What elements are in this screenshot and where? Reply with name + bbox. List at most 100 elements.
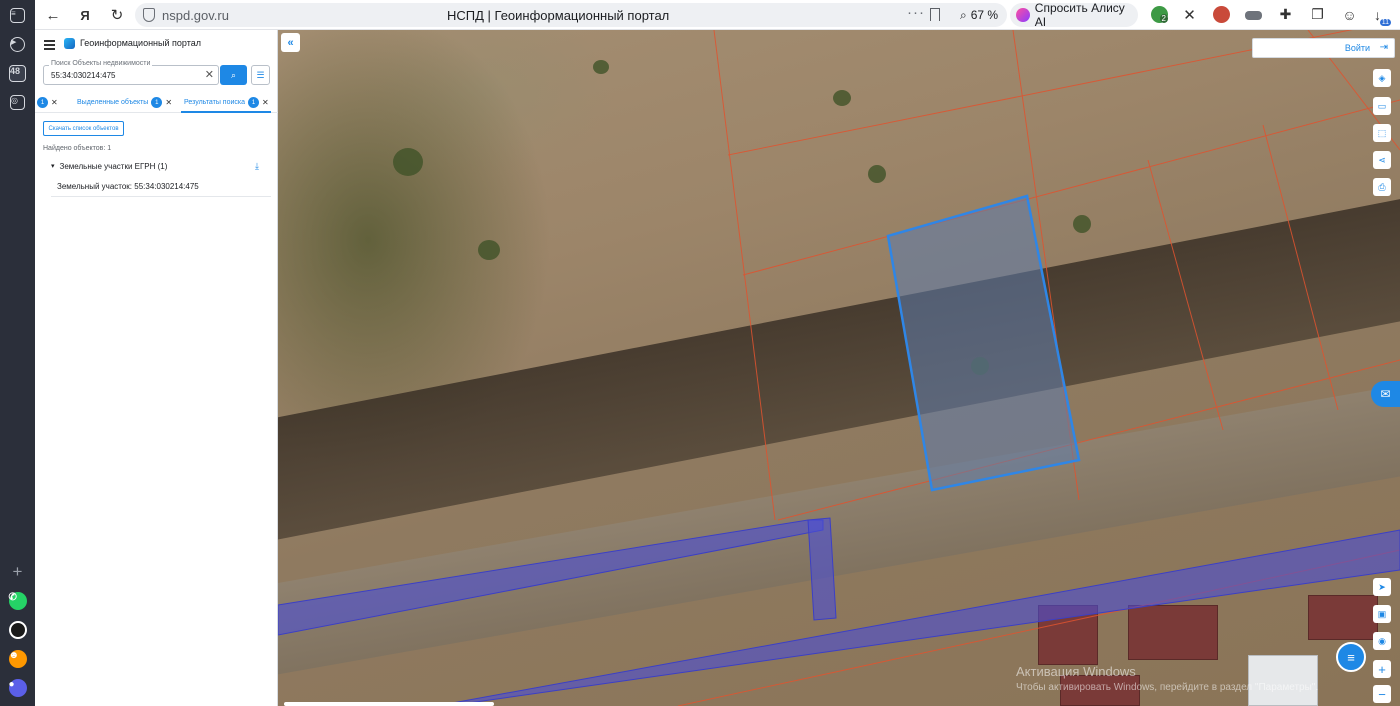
portal-logo: [64, 38, 75, 49]
menu-icon[interactable]: [44, 40, 55, 52]
extension-badge: 2: [1159, 14, 1168, 23]
horizontal-scrollbar[interactable]: [284, 702, 494, 706]
map-view[interactable]: « Войти ⇥ ◈ ▭ ⬚ ⋖ ⎙ ✉ ➤ ▣ ◉ + − ≡ Актива…: [278, 30, 1400, 706]
tab-collapsed-badge: 1: [37, 97, 48, 108]
list-item[interactable]: Земельный участок: 55:34:030214:475: [51, 176, 271, 197]
list-item-label: Земельный участок: 55:34:030214:475: [57, 182, 199, 191]
tab-selected-objects[interactable]: Выделенные объекты 1 ✕: [77, 97, 172, 108]
zoom-search-icon: ⌕: [959, 7, 967, 22]
search-icon: ⌕: [230, 69, 237, 80]
games-app-icon: ☻: [8, 649, 27, 668]
search-value: 55:34:030214:475: [51, 71, 116, 80]
browser-sidebar: ≡ ▶ 48 ◎ + ✆ ☻ ●: [0, 0, 35, 706]
extension-avatar-icon[interactable]: [1213, 6, 1230, 23]
shield-icon: [143, 8, 155, 22]
address-bar[interactable]: nspd.gov.ru НСПД | Геоинформационный пор…: [135, 3, 980, 27]
alice-icon: [1016, 8, 1030, 22]
games-icon[interactable]: ☻: [8, 649, 27, 668]
close-icon[interactable]: ✕: [165, 98, 172, 107]
tab-search-results[interactable]: Результаты поиска 1 ✕: [184, 97, 269, 108]
video-icon[interactable]: ▶: [8, 35, 27, 54]
chat-icon: ≡: [1347, 649, 1355, 665]
chat-button[interactable]: ≡: [1336, 642, 1366, 672]
screenshot-icon[interactable]: ◎: [8, 93, 27, 112]
extension-shield-icon[interactable]: 2: [1151, 6, 1168, 23]
zoom-out-icon[interactable]: −: [1373, 685, 1391, 703]
filter-icon: ☰: [256, 69, 265, 80]
select-area-icon[interactable]: ⬚: [1373, 124, 1391, 142]
downloads-icon[interactable]: ↓ 11: [1369, 6, 1391, 26]
zoom-value: 67 %: [970, 8, 999, 22]
map-type-icon[interactable]: ▣: [1373, 605, 1391, 623]
locate-icon[interactable]: ➤: [1373, 578, 1391, 596]
pin-icon[interactable]: ◉: [1373, 632, 1391, 650]
login-button[interactable]: Войти ⇥: [1252, 38, 1395, 58]
downloads-badge: 11: [1379, 19, 1391, 26]
result-tabs: 1 ✕ Выделенные объекты 1 ✕ Результаты по…: [35, 93, 278, 113]
search-label: Поиск Объекты недвижимости: [49, 60, 153, 67]
print-icon[interactable]: ⎙: [1373, 178, 1391, 196]
search-panel: Геоинформационный портал Поиск Объекты н…: [35, 30, 278, 706]
tab-selected-label: Выделенные объекты: [77, 99, 149, 106]
group-label: Земельные участки ЕГРН (1): [59, 162, 168, 171]
map-overlay: [278, 30, 1400, 706]
assistant-icon: ✉: [1380, 387, 1391, 401]
alice-ring-icon: [8, 620, 27, 639]
watermark-title: Активация Windows: [1016, 664, 1136, 679]
watermark-text: Чтобы активировать Windows, перейдите в …: [1016, 682, 1319, 693]
bookmark-icon[interactable]: [930, 8, 940, 21]
share-icon[interactable]: ⋖: [1373, 151, 1391, 169]
news-icon-shape: ≡: [10, 8, 25, 23]
tabs-count: 48: [9, 65, 26, 82]
close-icon[interactable]: ✕: [262, 98, 269, 107]
back-arrow-icon[interactable]: ←: [43, 5, 63, 25]
extension-card-icon[interactable]: [1245, 11, 1262, 20]
login-icon: ⇥: [1379, 42, 1388, 53]
search-input[interactable]: Поиск Объекты недвижимости 55:34:030214:…: [43, 60, 219, 85]
collections-icon[interactable]: ❐: [1309, 6, 1326, 23]
ask-alice-button[interactable]: Спросить Алису AI: [1010, 1, 1138, 29]
tab-results-label: Результаты поиска: [184, 99, 246, 106]
tab-selected-badge: 1: [151, 97, 163, 108]
more-dots-icon[interactable]: ···: [907, 4, 925, 21]
profile-icon[interactable]: ☺: [1341, 6, 1358, 23]
chevron-down-icon: ▾: [51, 163, 55, 170]
search-button[interactable]: ⌕: [220, 65, 247, 85]
url-text: nspd.gov.ru: [162, 8, 229, 23]
news-icon[interactable]: ≡: [8, 6, 27, 25]
portal-brand: Геоинформационный портал: [80, 38, 201, 48]
login-label: Войти: [1344, 43, 1370, 53]
zoom-indicator[interactable]: ⌕ 67 %: [951, 3, 1007, 27]
whatsapp-icon[interactable]: ✆: [8, 591, 27, 610]
layers-icon[interactable]: ◈: [1373, 69, 1391, 87]
extension-tool-icon[interactable]: ✕: [1181, 6, 1198, 24]
close-icon[interactable]: ✕: [51, 98, 58, 107]
page-title: НСПД | Геоинформационный портал: [447, 8, 670, 23]
active-tab-indicator: [181, 111, 271, 113]
ruler-icon[interactable]: ▭: [1373, 97, 1391, 115]
browser-toolbar: ← Я ↻ nspd.gov.ru НСПД | Геоинформационн…: [35, 0, 1400, 30]
found-count: Найдено объектов: 1: [43, 145, 112, 152]
alice-app-icon[interactable]: [8, 620, 27, 639]
yandex-icon[interactable]: Я: [75, 5, 95, 25]
ask-alice-label: Спросить Алису AI: [1034, 1, 1125, 29]
tab-collapsed[interactable]: 1 ✕: [37, 97, 58, 108]
extensions-puzzle-icon[interactable]: ✚: [1277, 6, 1294, 23]
messenger-app-icon: ●: [8, 678, 27, 697]
messenger-icon[interactable]: ●: [8, 678, 27, 697]
clear-icon[interactable]: ✕: [205, 68, 214, 81]
filter-button[interactable]: ☰: [251, 65, 270, 85]
reload-icon[interactable]: ↻: [107, 5, 127, 25]
zoom-in-icon[interactable]: +: [1373, 660, 1391, 678]
windows-activation-watermark: Активация Windows Чтобы активировать Win…: [1016, 664, 1318, 693]
camera-icon: ◎: [10, 95, 25, 110]
whatsapp-app-icon: ✆: [8, 591, 27, 610]
add-icon[interactable]: +: [8, 562, 27, 581]
assistant-button[interactable]: ✉: [1371, 381, 1400, 407]
download-list-button[interactable]: Скачать список объектов: [43, 121, 124, 136]
download-icon[interactable]: ⤓: [255, 161, 259, 172]
collapse-panel-button[interactable]: «: [281, 33, 300, 52]
tabs-count-icon[interactable]: 48: [8, 64, 27, 83]
results-group-header[interactable]: ▾ Земельные участки ЕГРН (1): [51, 162, 167, 171]
play-icon: ▶: [10, 37, 25, 52]
